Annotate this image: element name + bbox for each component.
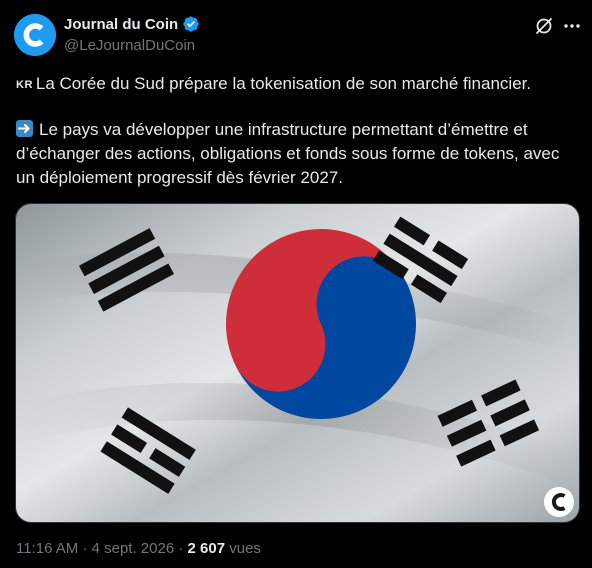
tweet-headline: La Corée du Sud prépare la tokenisation …: [35, 74, 532, 93]
handle[interactable]: @LeJournalDuCoin: [64, 37, 200, 54]
views-label: vues: [229, 540, 261, 557]
tweet-meta: 11:16 AM · 4 sept. 2026 · 2 607 vues: [16, 540, 261, 557]
grok-icon[interactable]: [534, 16, 554, 36]
south-korea-flag-image: [16, 204, 579, 522]
display-name[interactable]: Journal du Coin: [64, 16, 178, 33]
tweet-date[interactable]: 4 sept. 2026: [92, 540, 175, 557]
right-arrow-icon: [16, 120, 33, 137]
kr-flag-emoji: KR: [16, 79, 33, 91]
meta-separator: ·: [82, 540, 88, 557]
tweet-text-line2: Le pays va développer une infrastructure…: [16, 118, 576, 190]
verified-badge-icon: [183, 16, 199, 32]
more-options-icon[interactable]: [562, 16, 582, 36]
watermark-logo-icon: [544, 487, 574, 517]
tweet-image[interactable]: [15, 203, 580, 523]
tweet-time[interactable]: 11:16 AM: [16, 540, 78, 557]
meta-separator-2: ·: [178, 540, 184, 557]
author-names: Journal du Coin @LeJournalDuCoin: [64, 15, 200, 54]
tweet: Journal du Coin @LeJournalDuCoin KR La Co…: [0, 0, 592, 568]
journal-du-coin-logo-icon: [14, 14, 56, 56]
views-count: 2 607: [187, 540, 226, 557]
tweet-body: Le pays va développer une infrastructure…: [16, 120, 560, 187]
tweet-text-line1: KR La Corée du Sud prépare la tokenisatio…: [16, 72, 576, 97]
avatar[interactable]: [14, 14, 56, 56]
